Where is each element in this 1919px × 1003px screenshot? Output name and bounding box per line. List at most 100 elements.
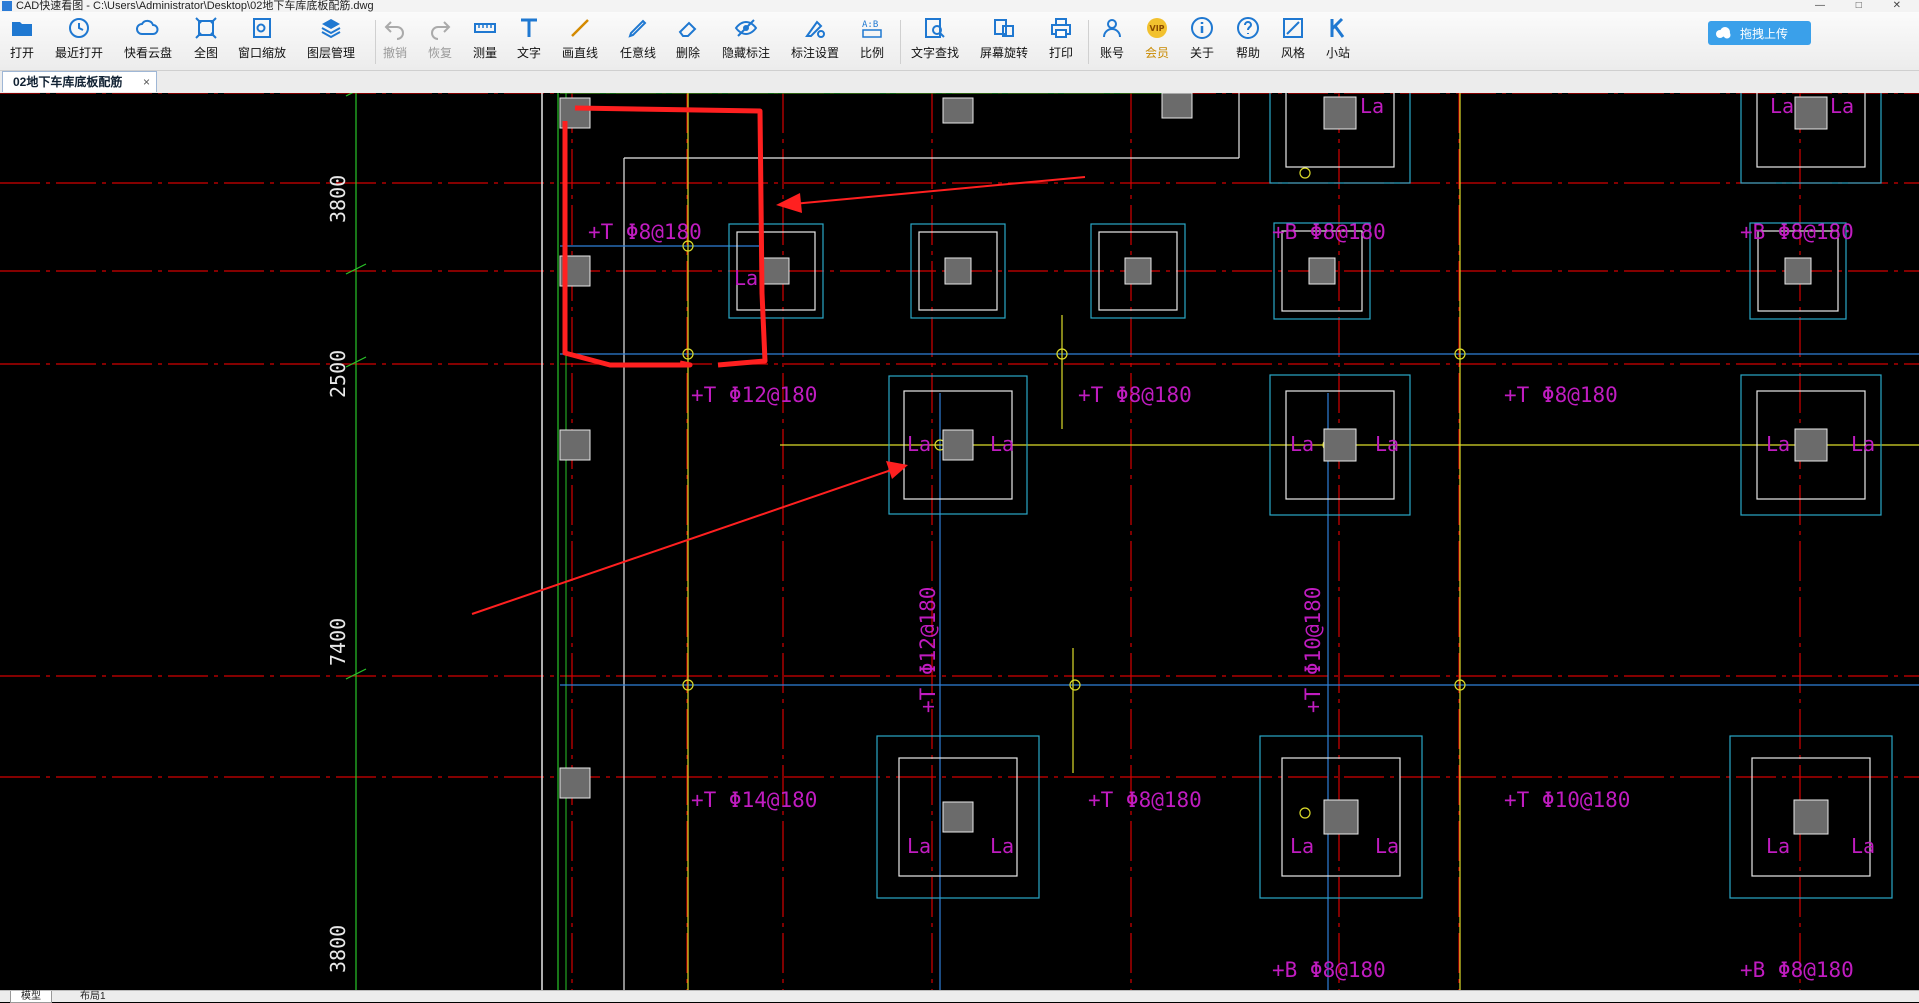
toolbar-separator (900, 20, 901, 64)
text-icon (521, 18, 537, 37)
help-icon (1237, 17, 1259, 39)
user-icon (1103, 19, 1121, 38)
style-icon (1283, 18, 1303, 38)
app-logo-icon (2, 1, 12, 11)
pile-cap-core (944, 257, 972, 285)
dimension-label: 3800 (326, 175, 350, 223)
toolbar-button-label: 会员 (1144, 46, 1169, 60)
toolbar-button-k-station[interactable]: 小站 (1308, 16, 1368, 66)
document-tab[interactable]: 02地下车库底板配筋 × (2, 71, 157, 92)
cad-drawing[interactable]: 3800 2500 7400 3800 +T Φ8@180 +T Φ12@180 +T Φ8… (0, 93, 1919, 990)
annotation-arrow (471, 466, 901, 615)
toolbar-button-rotate-screen[interactable]: 屏幕旋转 (974, 16, 1034, 66)
toolbar-button-label: 删除 (675, 46, 700, 60)
toolbar-button-label: 全图 (193, 46, 218, 60)
toolbar-button-label: 任意线 (619, 46, 656, 60)
toolbar-button-label: 撤销 (382, 46, 407, 60)
rebar-label: +B Φ8@180 (1740, 958, 1854, 982)
rebar-label: +T Φ8@180 (1078, 383, 1192, 407)
toolbar-button-label: 小站 (1325, 46, 1350, 60)
la-label: La (907, 834, 931, 858)
la-label: La (1375, 432, 1399, 456)
toolbar-separator (375, 20, 376, 64)
window-zoom-icon (253, 18, 271, 38)
toolbar-button-label: 打印 (1048, 46, 1073, 60)
annotation-arrowhead (776, 193, 802, 213)
toolbar-button-label: 打开 (9, 46, 34, 60)
toolbar-button-label: 图层管理 (306, 46, 355, 60)
rebar-label: +T Φ14@180 (691, 788, 817, 812)
text-search-icon (925, 18, 945, 38)
close-tab-icon[interactable]: × (143, 72, 150, 92)
title-bar: CAD快速看图 - C:\Users\Administrator\Desktop… (0, 0, 1919, 12)
la-label: La (1766, 834, 1790, 858)
dimension-node (1299, 167, 1311, 179)
toolbar-button-annotation-settings[interactable]: 标注设置 (785, 16, 845, 66)
toolbar-button-clock[interactable]: 最近打开 (49, 16, 109, 66)
rebar-label: +T Φ12@180 (691, 383, 817, 407)
la-label: La (1290, 834, 1314, 858)
pile-cap-core (1308, 257, 1336, 285)
window-controls[interactable]: — □ ✕ (1815, 0, 1915, 12)
toolbar-button-label: 快看云盘 (123, 46, 172, 60)
toolbar-button-label: 关于 (1189, 46, 1214, 60)
la-label: La (1830, 94, 1854, 118)
la-label: La (1375, 834, 1399, 858)
pile-cap-core (1793, 799, 1829, 835)
rebar-label: +B Φ8@180 (1272, 220, 1386, 244)
rebar-label: +T Φ8@180 (1504, 383, 1618, 407)
clock-icon (69, 18, 89, 38)
toolbar-button-window-zoom[interactable]: 窗口缩放 (232, 16, 292, 66)
model-tab[interactable]: 模型 (10, 991, 52, 1003)
la-label: La (907, 432, 931, 456)
rebar-label: +T Φ12@180 (916, 587, 940, 713)
rebar-label: +B Φ8@180 (1740, 220, 1854, 244)
toolbar-button-cloud[interactable]: 快看云盘 (118, 16, 178, 66)
undo-icon (384, 21, 404, 40)
svg-text:A:B: A:B (862, 20, 878, 30)
scale-icon: A:B (862, 20, 882, 38)
toolbar-button-label: 文字查找 (910, 46, 959, 60)
cloud-icon (136, 19, 159, 35)
printer-icon (1051, 18, 1071, 38)
pile-cap-core (1794, 428, 1828, 462)
layers-icon (321, 19, 341, 39)
toolbar-separator (1088, 20, 1089, 64)
la-label: La (990, 432, 1014, 456)
toolbar-button-layers[interactable]: 图层管理 (301, 16, 361, 66)
la-label: La (1851, 834, 1875, 858)
toolbar-button-folder-open[interactable]: 打开 (0, 16, 52, 66)
drag-upload-button[interactable]: 拖拽上传 (1708, 21, 1811, 45)
toolbar-button-eraser[interactable]: 删除 (658, 16, 718, 66)
rebar-label: +T Φ8@180 (588, 220, 702, 244)
drawing-canvas[interactable]: 3800 2500 7400 3800 +T Φ8@180 +T Φ12@180 +T Φ8… (0, 93, 1919, 990)
toolbar-button-label: 恢复 (427, 46, 452, 60)
cloud-upload-icon (1716, 27, 1731, 39)
vip-icon: VIP (1147, 18, 1167, 38)
la-label: La (1851, 432, 1875, 456)
rebar-label: +T Φ8@180 (1088, 788, 1202, 812)
toolbar-button-eye[interactable]: 隐藏标注 (716, 16, 776, 66)
pile-cap-core (1323, 428, 1357, 462)
layout-tab-bar: 模型 布局1 (0, 990, 1919, 1003)
toolbar-button-text-search[interactable]: 文字查找 (905, 16, 965, 66)
rebar-label: +T Φ10@180 (1301, 587, 1325, 713)
wall-column (1161, 93, 1193, 119)
document-tab-bar: 02地下车库底板配筋 × (0, 71, 1919, 94)
toolbar-button-fit-all[interactable]: 全图 (176, 16, 236, 66)
toolbar-button-label: 窗口缩放 (237, 46, 286, 60)
rebar-label: +T Φ10@180 (1504, 788, 1630, 812)
svg-text:VIP: VIP (1150, 24, 1165, 33)
la-label: La (1770, 94, 1794, 118)
toolbar-button-label: 账号 (1099, 46, 1124, 60)
dimension-label: 3800 (326, 925, 350, 973)
toolbar-button-scale[interactable]: A:B 比例 (842, 16, 902, 66)
k-station-icon (1330, 17, 1345, 38)
la-label: La (1290, 432, 1314, 456)
main-toolbar: 打开 最近打开 快看云盘 全图 窗口缩放 图层管理 撤销 恢复 测量 文字 画直线 任意线 删除 隐藏标注… (0, 12, 1919, 71)
folder-open-icon (12, 22, 32, 36)
toolbar-button-label: 最近打开 (54, 46, 103, 60)
wall-column (942, 97, 974, 124)
layout1-tab[interactable]: 布局1 (70, 991, 116, 1002)
toolbar-button-line[interactable]: 画直线 (550, 16, 610, 66)
